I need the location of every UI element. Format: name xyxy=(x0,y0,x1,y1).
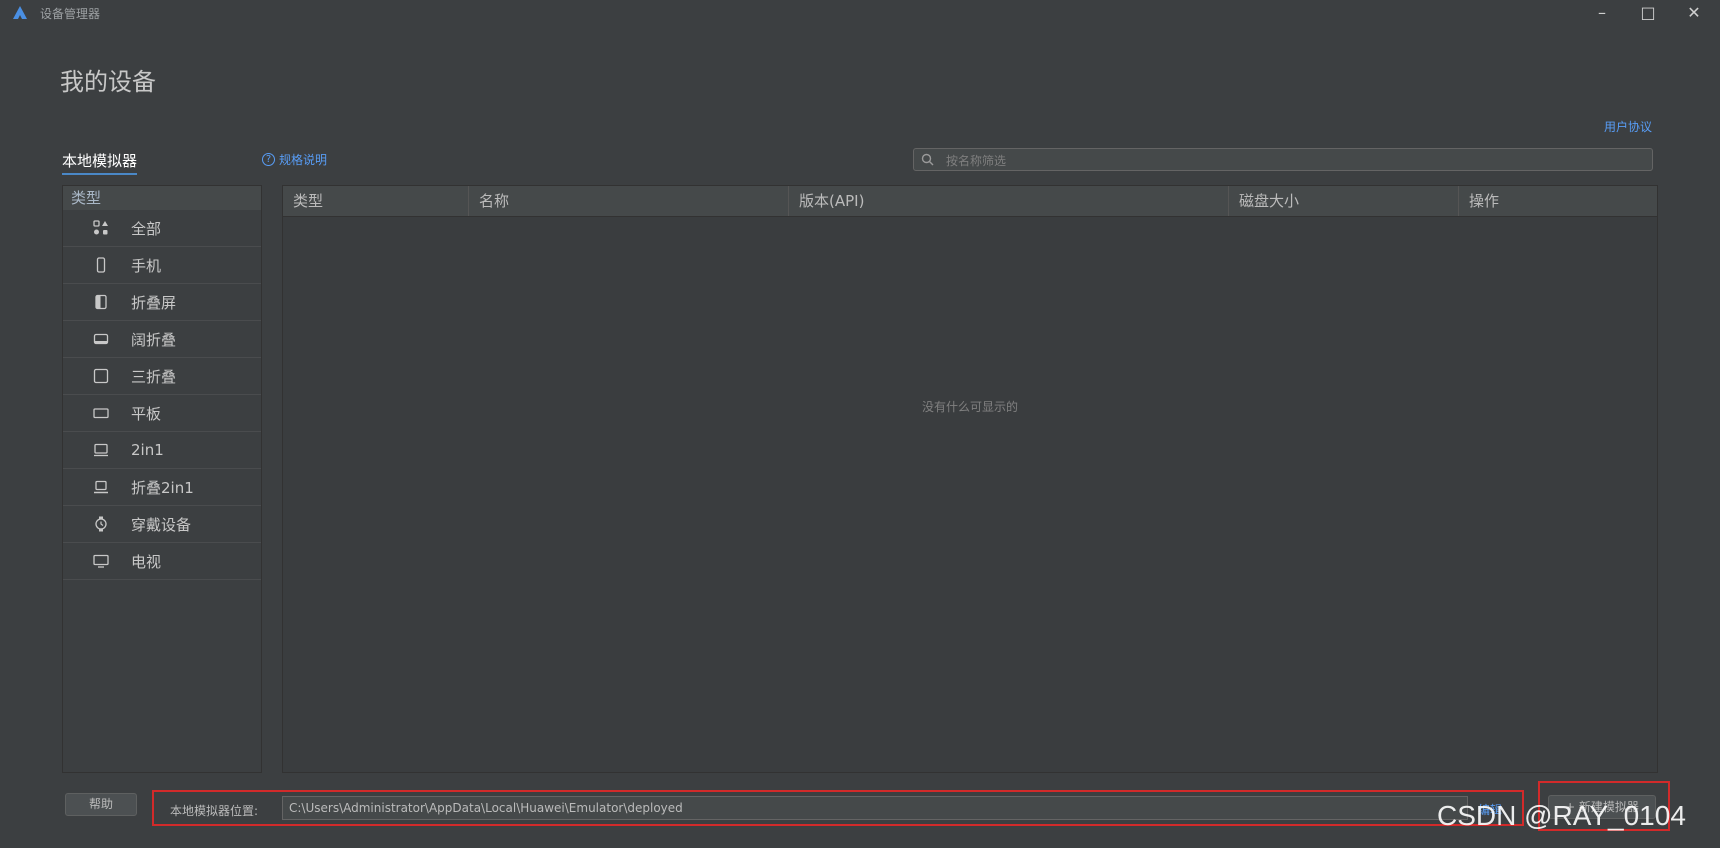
emulator-location-field[interactable] xyxy=(282,796,1468,820)
phone-icon xyxy=(91,255,111,275)
device-type-sidebar: 类型 全部 手机 折叠屏 阔折叠 三折叠 平板 2in1 折叠2in1 穿戴设备… xyxy=(62,185,262,773)
title-bar: 设备管理器 – □ ✕ xyxy=(0,0,1720,26)
search-icon xyxy=(921,153,934,166)
sidebar-item-2in1[interactable]: 2in1 xyxy=(63,432,261,469)
minimize-icon[interactable]: – xyxy=(1580,0,1624,26)
help-button[interactable]: 帮助 xyxy=(65,793,137,816)
sidebar-item-label: 穿戴设备 xyxy=(131,515,192,534)
search-box[interactable] xyxy=(913,148,1653,172)
sidebar-item-label: 折叠屏 xyxy=(131,293,177,312)
foldable-icon xyxy=(91,292,111,312)
wide-fold-icon xyxy=(91,329,111,349)
column-header-name[interactable]: 名称 xyxy=(469,186,789,216)
watermark: CSDN @RAY_0104 xyxy=(1437,800,1686,831)
close-icon[interactable]: ✕ xyxy=(1672,0,1716,26)
sidebar-item-label: 电视 xyxy=(131,552,162,571)
column-header-version[interactable]: 版本(API) xyxy=(789,186,1229,216)
sidebar-item-wearable[interactable]: 穿戴设备 xyxy=(63,506,261,543)
sidebar-item-tri-fold[interactable]: 三折叠 xyxy=(63,358,261,395)
two-in-one-icon xyxy=(91,440,111,460)
maximize-icon[interactable]: □ xyxy=(1626,0,1670,26)
sidebar-item-all[interactable]: 全部 xyxy=(63,210,261,247)
tablet-icon xyxy=(91,403,111,423)
sidebar-item-label: 手机 xyxy=(131,256,162,275)
all-grid-icon xyxy=(91,218,111,238)
help-circle-icon: ? xyxy=(262,153,275,166)
app-logo-icon xyxy=(13,6,27,19)
emulator-location-box: 本地模拟器位置: 编辑 xyxy=(152,790,1524,826)
sidebar-item-label: 2in1 xyxy=(131,441,164,459)
sidebar-item-fold-2in1[interactable]: 折叠2in1 xyxy=(63,469,261,506)
sidebar-item-label: 平板 xyxy=(131,404,162,423)
sidebar-item-label: 折叠2in1 xyxy=(131,478,194,497)
sidebar-header: 类型 xyxy=(63,186,261,210)
sidebar-item-label: 阔折叠 xyxy=(131,330,177,349)
sidebar-item-wide-fold[interactable]: 阔折叠 xyxy=(63,321,261,358)
watch-icon xyxy=(91,514,111,534)
column-header-disk-size[interactable]: 磁盘大小 xyxy=(1229,186,1459,216)
tab-local-emulator[interactable]: 本地模拟器 xyxy=(62,150,138,175)
user-agreement-link[interactable]: 用户协议 xyxy=(1604,118,1652,135)
spec-description-link[interactable]: ? 规格说明 xyxy=(262,151,327,168)
empty-table-message: 没有什么可显示的 xyxy=(921,400,1018,414)
column-header-actions: 操作 xyxy=(1469,192,1500,210)
sidebar-item-tv[interactable]: 电视 xyxy=(63,543,261,580)
table-header: 类型 名称 版本(API) 磁盘大小 操作 xyxy=(283,186,1657,217)
emulator-location-label: 本地模拟器位置: xyxy=(170,804,259,818)
device-table: 类型 名称 版本(API) 磁盘大小 操作 没有什么可显示的 xyxy=(282,185,1658,773)
sidebar-item-label: 三折叠 xyxy=(131,367,177,386)
sidebar-item-foldable[interactable]: 折叠屏 xyxy=(63,284,261,321)
sidebar-item-phone[interactable]: 手机 xyxy=(63,247,261,284)
tri-fold-icon xyxy=(91,366,111,386)
search-input[interactable] xyxy=(944,149,1648,172)
laptop-icon xyxy=(91,477,111,497)
tv-icon xyxy=(91,551,111,571)
page-title: 我的设备 xyxy=(60,68,156,96)
sidebar-item-label: 全部 xyxy=(131,219,162,238)
spec-link-label: 规格说明 xyxy=(279,153,328,167)
column-header-type[interactable]: 类型 xyxy=(283,186,469,216)
sidebar-item-tablet[interactable]: 平板 xyxy=(63,395,261,432)
window-title: 设备管理器 xyxy=(40,7,101,21)
